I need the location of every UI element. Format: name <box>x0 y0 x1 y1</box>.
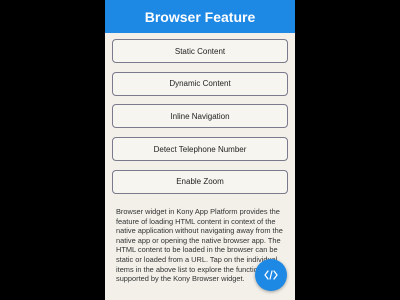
feature-menu: Static Content Dynamic Content Inline Na… <box>112 39 288 202</box>
view-code-button[interactable] <box>255 259 287 291</box>
inline-navigation-button[interactable]: Inline Navigation <box>112 104 288 129</box>
dynamic-content-button[interactable]: Dynamic Content <box>112 71 288 96</box>
code-icon <box>264 270 278 280</box>
detect-telephone-number-button[interactable]: Detect Telephone Number <box>112 137 288 162</box>
app-header: Browser Feature <box>105 0 295 33</box>
enable-zoom-button[interactable]: Enable Zoom <box>112 169 288 194</box>
static-content-button[interactable]: Static Content <box>112 39 288 63</box>
app-screen: Browser Feature Static Content Dynamic C… <box>105 0 295 300</box>
page-title: Browser Feature <box>144 8 256 25</box>
